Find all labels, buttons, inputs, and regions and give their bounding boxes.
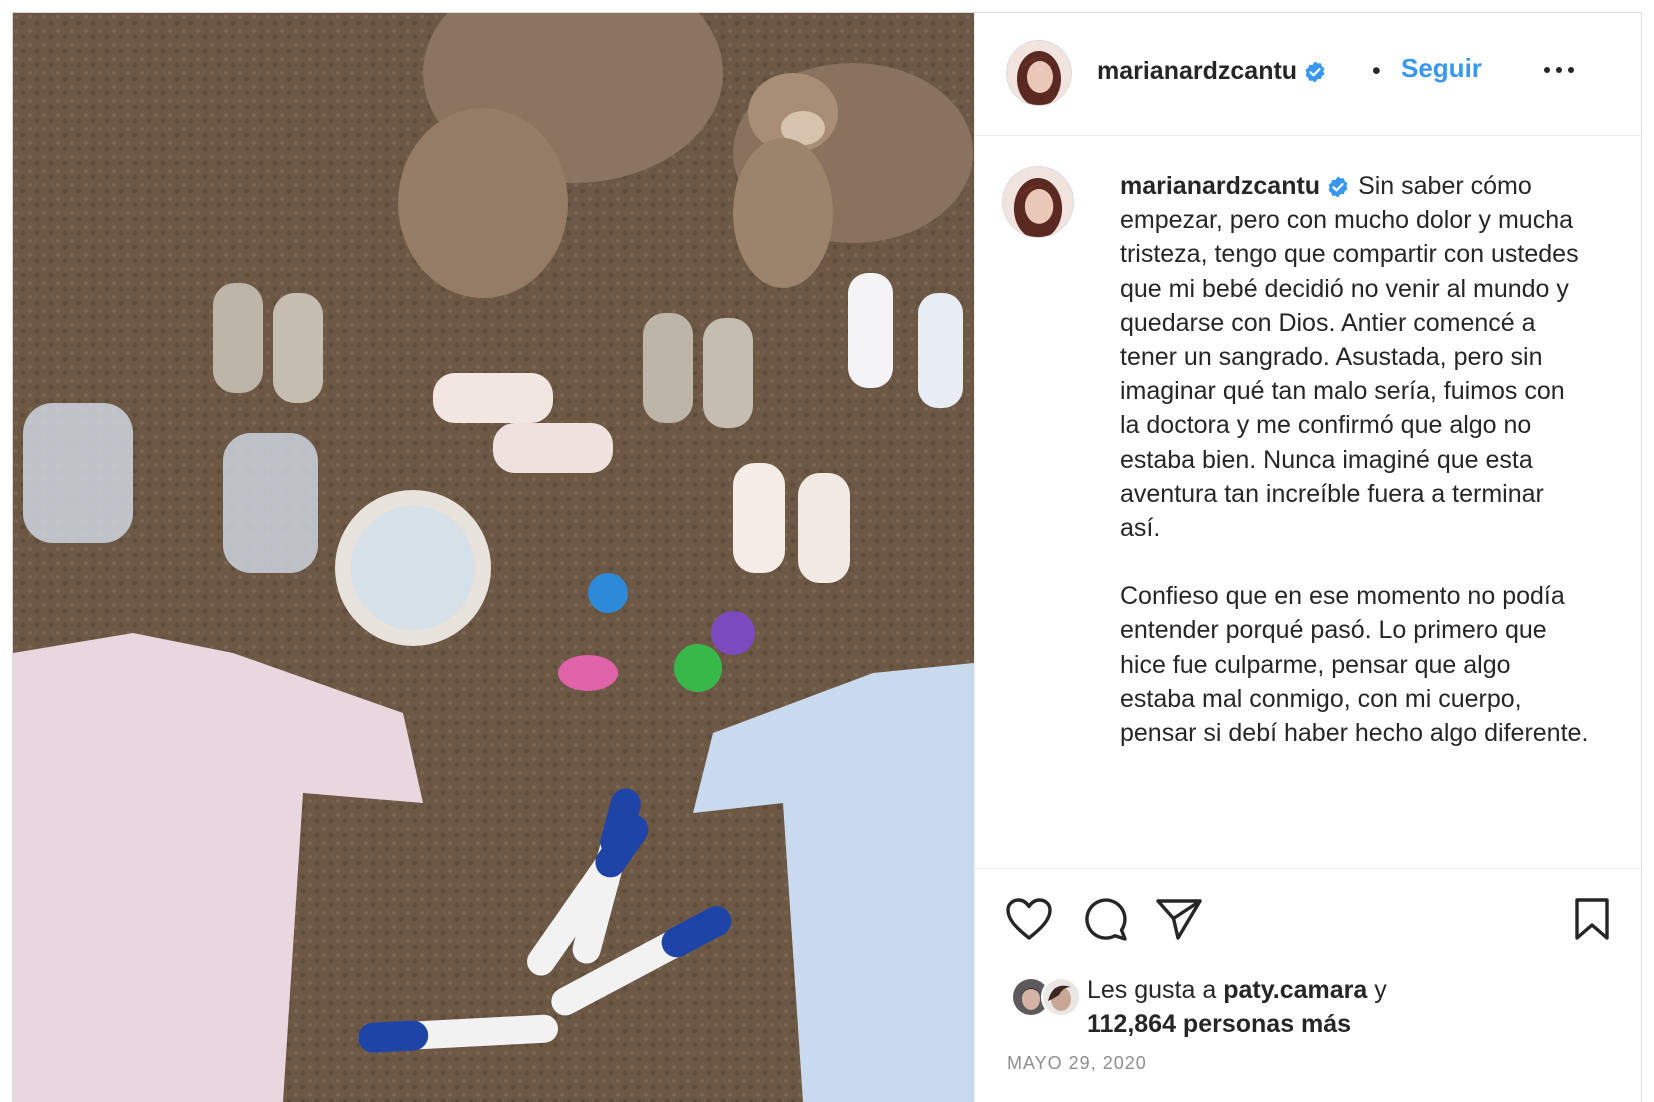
post-date[interactable]: MAYO 29, 2020 [1007, 1053, 1147, 1074]
caption-paragraph-2: Confieso que en ese momento no podía ent… [1120, 582, 1589, 748]
caption-section: marianardzcantu Sin saber cómo empezar, … [975, 135, 1642, 868]
liker-username[interactable]: paty.camara [1223, 976, 1367, 1004]
verified-badge-icon [1305, 61, 1325, 83]
post-photo[interactable] [13, 13, 974, 1102]
post-sidebar: marianardzcantu • Seguir marianardzcantu… [974, 13, 1642, 1102]
post-card: marianardzcantu • Seguir marianardzcantu… [12, 12, 1642, 1102]
caption-body-1: Sin saber cómo empezar, pero con mucho d… [1120, 172, 1579, 543]
likes-count[interactable]: 112,864 personas más [1087, 1010, 1351, 1038]
paper-plane-icon[interactable] [1155, 897, 1203, 941]
bookmark-icon[interactable] [1573, 897, 1611, 941]
caption-username[interactable]: marianardzcantu [1120, 172, 1320, 200]
follow-button[interactable]: Seguir [1401, 53, 1482, 84]
more-options-icon[interactable] [1541, 55, 1577, 85]
likes-summary: Les gusta a paty.camara y 112,864 person… [1087, 973, 1387, 1041]
avatar[interactable] [1007, 41, 1071, 105]
comment-icon[interactable] [1081, 895, 1129, 943]
liker-avatar[interactable] [1041, 977, 1081, 1017]
profile-photo [1003, 167, 1073, 237]
liker-photo [1043, 979, 1079, 1015]
baby-items-photo [13, 13, 974, 1102]
verified-badge-icon [1328, 176, 1348, 198]
likes-prefix: Les gusta a [1087, 976, 1217, 1004]
caption-text: marianardzcantu Sin saber cómo empezar, … [1120, 169, 1590, 750]
caption-paragraph-1: marianardzcantu Sin saber cómo empezar, … [1120, 169, 1590, 545]
post-header: marianardzcantu • Seguir [975, 13, 1642, 136]
heart-icon[interactable] [1005, 897, 1053, 941]
profile-photo [1007, 41, 1071, 105]
likes-conjunction: y [1374, 976, 1387, 1004]
caption-avatar[interactable] [1003, 167, 1073, 237]
username-text[interactable]: marianardzcantu [1097, 57, 1297, 85]
separator-dot: • [1372, 57, 1381, 85]
actions-section: Les gusta a paty.camara y 112,864 person… [975, 868, 1642, 1102]
header-username[interactable]: marianardzcantu [1097, 57, 1327, 86]
